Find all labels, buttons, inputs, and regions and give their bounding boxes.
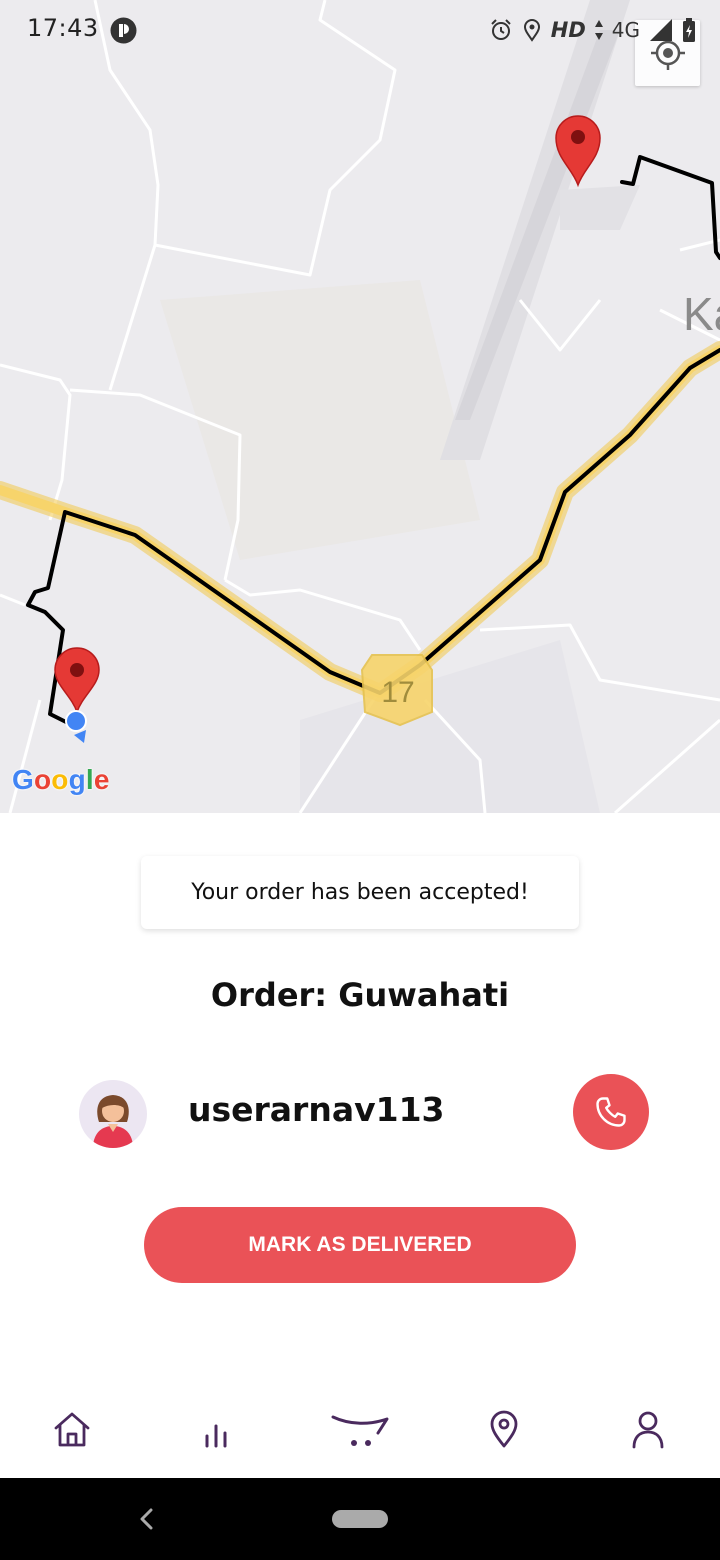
bottom-navigation — [0, 1380, 720, 1478]
nav-cart[interactable] — [320, 1380, 400, 1478]
user-avatar-icon — [93, 1095, 133, 1148]
order-accepted-toast: Your order has been accepted! — [141, 856, 579, 929]
alarm-icon — [491, 19, 511, 40]
cart-icon — [331, 1415, 389, 1446]
profile-icon — [632, 1411, 664, 1449]
road-shield: 17 — [360, 654, 433, 727]
back-icon[interactable] — [134, 1504, 160, 1534]
customer-username: userarnav113 — [188, 1090, 445, 1129]
location-icon — [523, 19, 540, 42]
order-title: Order: Guwahati — [210, 976, 510, 1014]
phone-icon — [596, 1097, 626, 1127]
call-button[interactable] — [573, 1074, 649, 1150]
mark-as-delivered-button[interactable]: MARK AS DELIVERED — [144, 1207, 576, 1283]
place-label: Ka — [683, 288, 720, 340]
hd-indicator: HD — [550, 18, 586, 42]
status-bar: 17:43 HD 4G — [0, 0, 720, 60]
nav-home[interactable] — [32, 1380, 112, 1478]
home-icon — [54, 1412, 90, 1447]
data-arrows-icon — [594, 20, 603, 40]
customer-row: userarnav113 — [0, 1072, 720, 1152]
map-canvas[interactable]: 17 Ka — [0, 0, 720, 813]
nav-location[interactable] — [464, 1380, 544, 1478]
map-view[interactable]: 17 Ka Google — [0, 0, 720, 813]
app-notification-icon — [110, 17, 137, 44]
stats-icon — [205, 1424, 227, 1448]
signal-icon — [650, 19, 672, 41]
location-pin-icon — [490, 1410, 518, 1448]
nav-stats[interactable] — [176, 1380, 256, 1478]
battery-icon — [683, 18, 695, 42]
network-type: 4G — [611, 18, 640, 42]
status-time: 17:43 — [27, 14, 99, 42]
google-attribution: Google — [12, 764, 110, 795]
nav-profile[interactable] — [608, 1380, 688, 1478]
home-pill-button[interactable] — [332, 1510, 388, 1528]
status-icons: HD 4G — [489, 14, 696, 46]
system-navigation-bar — [0, 1478, 720, 1560]
svg-text:17: 17 — [381, 676, 414, 709]
toast-message: Your order has been accepted! — [191, 880, 529, 905]
avatar — [79, 1080, 147, 1148]
